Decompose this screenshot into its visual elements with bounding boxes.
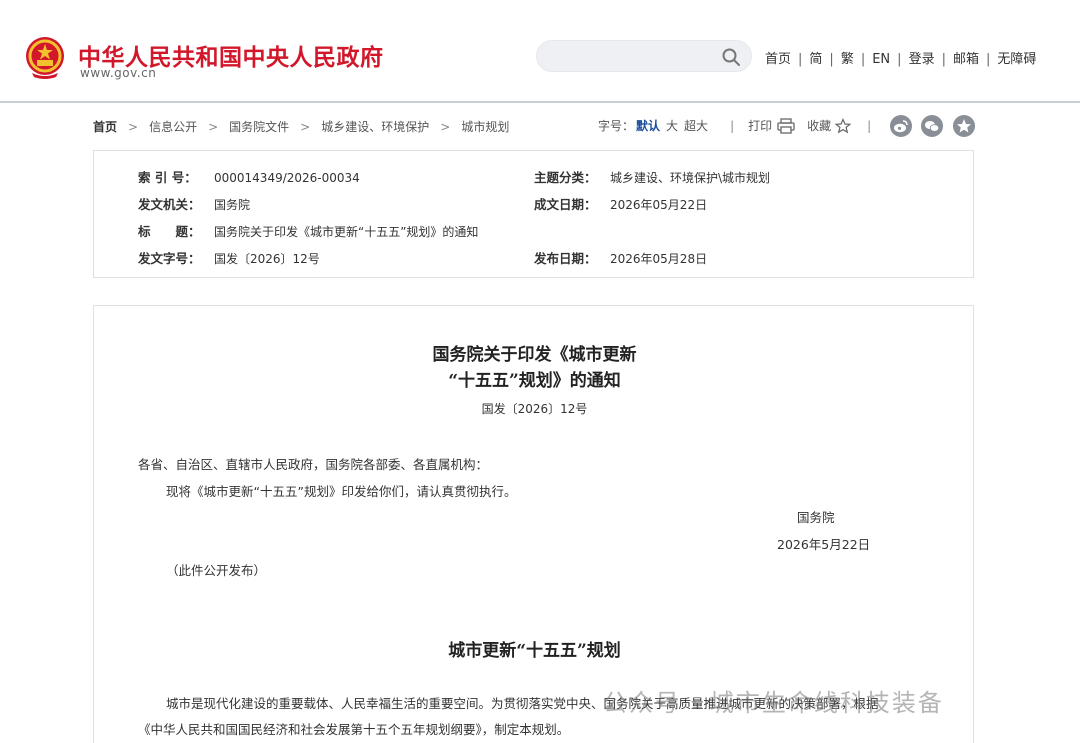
- breadcrumb-state-council-docs[interactable]: 国务院文件: [229, 120, 289, 134]
- printer-icon[interactable]: [777, 117, 795, 134]
- salutation: 各省、自治区、直辖市人民政府，国务院各部委、各直属机构：: [138, 457, 489, 472]
- plan-title: 城市更新“十五五”规划: [448, 641, 621, 661]
- nav-simplified[interactable]: 简: [809, 52, 822, 67]
- signer: 国务院: [797, 510, 835, 525]
- meta-title: 标 题： 国务院关于印发《城市更新“十五五”规划》的通知: [138, 224, 479, 239]
- star-icon[interactable]: [835, 117, 852, 134]
- document-title-line2: “十五五”规划》的通知: [448, 371, 621, 391]
- font-size-label: 字号：: [598, 119, 635, 133]
- nav-accessibility[interactable]: 无障碍: [997, 52, 1036, 67]
- meta-topic: 主题分类： 城乡建设、环境保护\城市规划: [534, 170, 771, 185]
- national-emblem-icon[interactable]: [24, 35, 66, 79]
- meta-date-written: 成文日期： 2026年05月22日: [534, 197, 708, 212]
- site-header: 中华人民共和国中央人民政府 www.gov.cn 首页 | 简 | 繁 | EN | 登录 | 邮箱…: [0, 0, 1080, 103]
- nav-mail[interactable]: 邮箱: [953, 52, 979, 67]
- document-meta: 索 引 号： 000014349/2026-00034 主题分类： 城乡建设、环境保…: [93, 150, 974, 278]
- sign-date: 2026年5月22日: [777, 537, 871, 552]
- breadcrumb-urban-env[interactable]: 城乡建设、环境保护: [321, 120, 429, 134]
- font-default-button[interactable]: 默认: [636, 117, 660, 134]
- qzone-share-icon[interactable]: [953, 115, 975, 137]
- search-box: [536, 40, 752, 72]
- meta-publish-date: 发布日期： 2026年05月28日: [534, 251, 708, 266]
- favorite-button[interactable]: 收藏: [807, 117, 831, 134]
- page-tools: 字号： 默认 大 超大 | 打印 收藏 |: [598, 117, 872, 134]
- breadcrumb-home[interactable]: 首页: [93, 120, 117, 134]
- print-button[interactable]: 打印: [748, 117, 772, 134]
- site-domain: www.gov.cn: [80, 66, 157, 80]
- font-large-button[interactable]: 大: [666, 117, 678, 134]
- wechat-share-icon[interactable]: [921, 115, 943, 137]
- meta-issuer: 发文机关： 国务院: [138, 197, 251, 212]
- nav-login[interactable]: 登录: [909, 52, 935, 67]
- search-icon[interactable]: [721, 47, 741, 67]
- nav-traditional[interactable]: 繁: [841, 52, 854, 67]
- chevron-right-icon: >: [128, 120, 139, 134]
- chevron-right-icon: >: [208, 120, 219, 134]
- document-number: 国发〔2026〕12号: [481, 402, 588, 416]
- watermark: 公众号 · 城市生命线科技装备: [603, 689, 944, 717]
- chevron-right-icon: >: [440, 120, 451, 134]
- plan-paragraph-line2: 《中华人民共和国国民经济和社会发展第十五个五年规划纲要》，制定本规划。: [138, 722, 570, 737]
- breadcrumb: 首页 > 信息公开 > 国务院文件 > 城乡建设、环境保护 > 城市规划: [93, 118, 509, 135]
- breadcrumb-info[interactable]: 信息公开: [149, 120, 197, 134]
- release-note: （此件公开发布）: [166, 563, 267, 578]
- chevron-right-icon: >: [300, 120, 311, 134]
- meta-doc-number: 发文字号： 国发〔2026〕12号: [138, 251, 320, 266]
- font-xlarge-button[interactable]: 超大: [684, 117, 708, 134]
- document-content: 国务院关于印发《城市更新 “十五五”规划》的通知 国发〔2026〕12号 各省、…: [93, 305, 974, 743]
- document-title-line1: 国务院关于印发《城市更新: [432, 345, 637, 365]
- body-paragraph: 现将《城市更新“十五五”规划》印发给你们，请认真贯彻执行。: [166, 484, 517, 499]
- nav-english[interactable]: EN: [872, 52, 890, 67]
- nav-home[interactable]: 首页: [765, 52, 791, 67]
- meta-index: 索 引 号： 000014349/2026-00034: [138, 170, 360, 185]
- search-input[interactable]: [551, 47, 721, 67]
- top-nav: 首页 | 简 | 繁 | EN | 登录 | 邮箱 | 无障碍: [765, 52, 1037, 67]
- breadcrumb-urban-planning[interactable]: 城市规划: [461, 120, 509, 134]
- weibo-share-icon[interactable]: [890, 115, 912, 137]
